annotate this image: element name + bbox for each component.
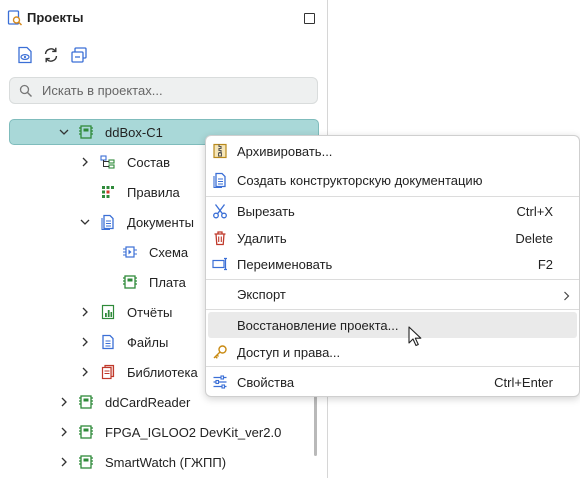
cut-icon	[212, 203, 228, 219]
search-input[interactable]	[42, 81, 302, 100]
library-icon	[100, 364, 116, 380]
documents-icon	[100, 214, 116, 231]
menu-item-label: Вырезать	[237, 204, 295, 219]
tree-item-label: FPGA_IGLOO2 DevKit_ver2.0	[105, 425, 282, 440]
maximize-button[interactable]	[304, 13, 315, 24]
archive-icon	[212, 143, 228, 159]
tree-item-smartwatch[interactable]: SmartWatch (ГЖПП)	[0, 449, 327, 475]
chevron-right-icon[interactable]	[59, 426, 69, 438]
menu-item-restore-project[interactable]: Восстановление проекта...	[206, 312, 579, 338]
tree-item-fpga-igloo2[interactable]: FPGA_IGLOO2 DevKit_ver2.0	[0, 419, 327, 445]
menu-item-label: Переименовать	[237, 257, 333, 272]
menu-separator	[206, 309, 579, 310]
tree-item-label: ddBox-C1	[105, 125, 163, 140]
panel-toolbar	[0, 40, 327, 70]
menu-item-label: Свойства	[237, 375, 295, 390]
chevron-right-icon[interactable]	[59, 396, 69, 408]
menu-item-export[interactable]: Экспорт	[206, 281, 579, 307]
menu-item-create-docs[interactable]: Создать конструкторскую документацию	[206, 167, 579, 193]
chevron-down-icon[interactable]	[59, 126, 69, 138]
tree-item-label: Документы	[127, 215, 195, 230]
project-board-icon	[78, 124, 94, 140]
delete-icon	[212, 230, 228, 246]
panel-title: Проекты	[27, 10, 84, 25]
tree-item-label: Схема	[149, 245, 189, 260]
tree-item-label: ddCardReader	[105, 395, 191, 410]
project-board-icon	[78, 394, 94, 410]
hierarchy-icon	[100, 154, 116, 170]
chevron-down-icon[interactable]	[80, 216, 90, 228]
panel-header: Проекты	[0, 0, 327, 36]
tree-item-label: Отчёты	[127, 305, 173, 320]
menu-item-cut[interactable]: Вырезать Ctrl+X	[206, 198, 579, 224]
rules-grid-icon	[100, 184, 116, 200]
open-project-icon[interactable]	[16, 46, 34, 64]
context-menu: Архивировать... Создать конструкторскую …	[205, 135, 580, 397]
tree-item-label: SmartWatch (ГЖПП)	[105, 455, 227, 470]
menu-item-rename[interactable]: Переименовать F2	[206, 251, 579, 277]
projects-search-icon	[7, 10, 23, 26]
refresh-icon[interactable]	[42, 46, 60, 64]
menu-separator	[206, 366, 579, 367]
schematic-icon	[122, 244, 138, 260]
chevron-right-icon	[563, 289, 570, 301]
search-icon	[19, 84, 33, 98]
menu-item-shortcut: Ctrl+Enter	[494, 375, 553, 390]
menu-item-label: Доступ и права...	[237, 345, 341, 360]
rename-icon	[212, 256, 228, 272]
project-board-icon	[78, 454, 94, 470]
menu-separator	[206, 279, 579, 280]
reports-icon	[100, 304, 116, 320]
menu-item-archive[interactable]: Архивировать...	[206, 138, 579, 164]
key-icon	[212, 344, 228, 360]
menu-item-label: Удалить	[237, 231, 287, 246]
chevron-right-icon[interactable]	[80, 306, 90, 318]
menu-item-label: Архивировать...	[237, 144, 333, 159]
menu-item-shortcut: Delete	[515, 231, 553, 246]
tree-item-label: Файлы	[127, 335, 169, 350]
menu-separator	[206, 196, 579, 197]
mouse-cursor-icon	[408, 326, 422, 347]
tree-item-label: Библиотека	[127, 365, 198, 380]
create-docs-icon	[212, 172, 228, 189]
chevron-right-icon[interactable]	[80, 156, 90, 168]
project-board-icon	[78, 424, 94, 440]
tree-item-label: Правила	[127, 185, 180, 200]
menu-item-label: Создать конструкторскую документацию	[237, 173, 483, 188]
menu-item-label: Восстановление проекта...	[237, 318, 399, 333]
menu-item-label: Экспорт	[237, 287, 286, 302]
tree-item-label: Плата	[149, 275, 186, 290]
board-icon	[122, 274, 138, 290]
menu-item-delete[interactable]: Удалить Delete	[206, 225, 579, 251]
file-icon	[100, 334, 116, 350]
collapse-all-icon[interactable]	[70, 46, 88, 64]
menu-item-shortcut: Ctrl+X	[516, 204, 553, 219]
properties-icon	[212, 374, 228, 390]
chevron-right-icon[interactable]	[80, 366, 90, 378]
tree-item-label: Состав	[127, 155, 171, 170]
menu-item-shortcut: F2	[537, 257, 553, 272]
menu-item-properties[interactable]: Свойства Ctrl+Enter	[206, 369, 579, 395]
chevron-right-icon[interactable]	[80, 336, 90, 348]
chevron-right-icon[interactable]	[59, 456, 69, 468]
menu-item-access-rights[interactable]: Доступ и права...	[206, 339, 579, 365]
search-box	[9, 77, 318, 104]
